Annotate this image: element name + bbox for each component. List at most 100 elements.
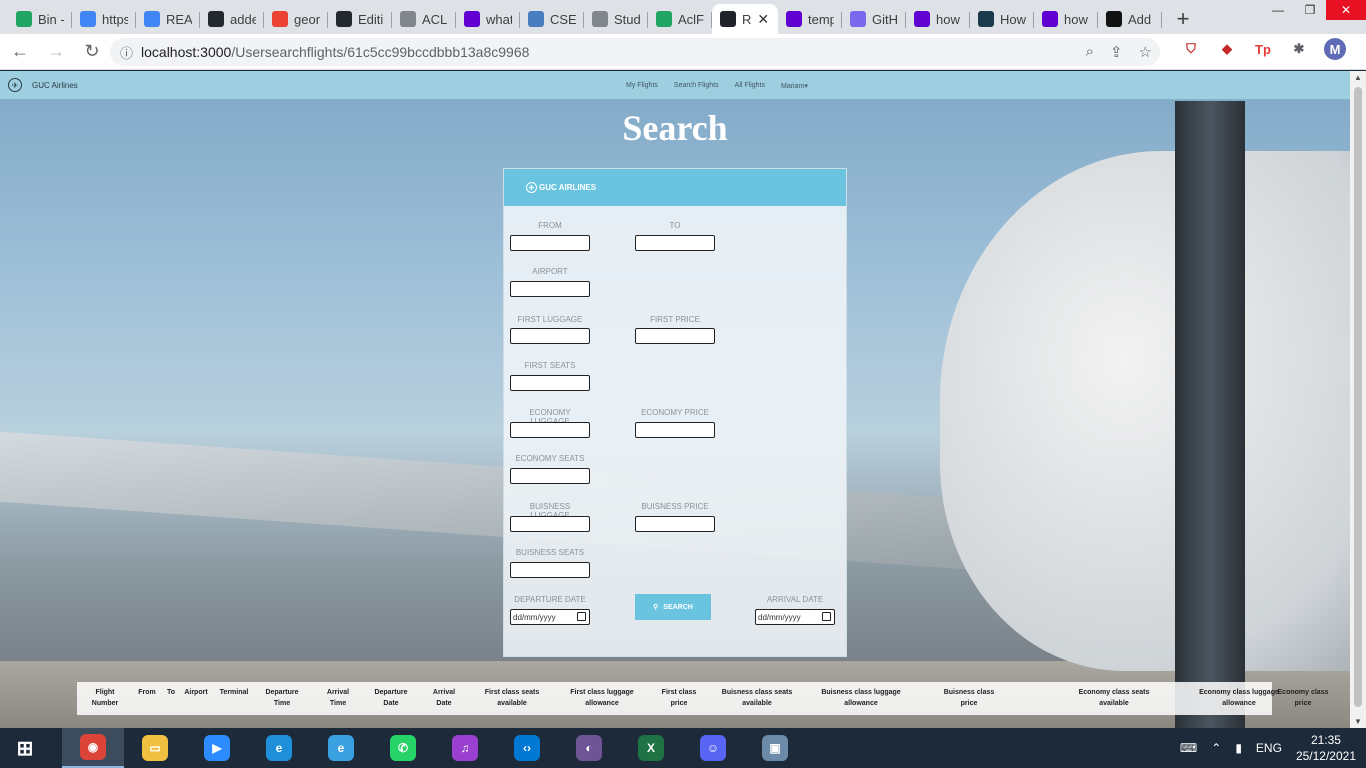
browser-tab[interactable]: How (970, 4, 1034, 34)
browser-tab[interactable]: Editi (328, 4, 392, 34)
scrollbar-thumb[interactable] (1354, 87, 1362, 707)
browser-tab[interactable]: geor (264, 4, 328, 34)
back-button[interactable]: ← (4, 36, 36, 68)
taskbar-app[interactable]: ◐ (558, 728, 620, 768)
page-scrollbar[interactable]: ▲ ▼ (1350, 71, 1366, 728)
taskbar-app[interactable]: ◉ (62, 728, 124, 768)
business-price-input[interactable] (635, 516, 715, 532)
reload-button[interactable]: ↻ (76, 36, 108, 68)
brand[interactable]: ✈ GUC Airlines (8, 78, 78, 92)
browser-tab[interactable]: temp (778, 4, 842, 34)
browser-tab[interactable]: R ✕ (712, 4, 778, 34)
table-header-cell: Buisness class price (937, 687, 1001, 709)
browser-tab[interactable]: Bin - (8, 4, 72, 34)
arrival-date-placeholder: dd/mm/yyyy (758, 612, 801, 622)
profile-avatar[interactable]: M (1324, 38, 1346, 60)
keyboard-icon[interactable]: ⌨ (1180, 741, 1197, 755)
address-bar[interactable]: ⓘ localhost:3000 /Usersearchflights/61c5… (110, 38, 1160, 66)
table-header-cell: First class price (651, 687, 707, 709)
table-header-line1: Economy class (1277, 689, 1329, 696)
calendar-icon[interactable] (822, 612, 831, 621)
taskbar-app[interactable]: e (310, 728, 372, 768)
nav-user-dropdown[interactable]: Mariam▾ (781, 82, 808, 90)
browser-tab[interactable]: how (1034, 4, 1098, 34)
minimize-button[interactable]: — (1262, 0, 1294, 20)
extension-shield-icon[interactable]: ⛉ (1180, 38, 1202, 60)
taskbar-app[interactable]: X (620, 728, 682, 768)
zoom-icon[interactable]: ⌕ (1086, 43, 1094, 61)
start-button[interactable]: ⊞ (0, 728, 50, 768)
table-header-line2: allowance (844, 700, 878, 707)
departure-date-placeholder: dd/mm/yyyy (513, 612, 556, 622)
taskbar-app[interactable]: ▭ (124, 728, 186, 768)
share-icon[interactable]: ⇪ (1110, 43, 1123, 61)
app-navbar: ✈ GUC Airlines My Flights Search Flights… (0, 71, 1350, 100)
taskbar-app[interactable]: ☺ (682, 728, 744, 768)
extension-tp-icon[interactable]: Tp (1252, 38, 1274, 60)
first-luggage-input[interactable] (510, 328, 590, 344)
page-icon (528, 11, 544, 27)
browser-tab[interactable]: Add (1098, 4, 1162, 34)
browser-tab[interactable]: what (456, 4, 520, 34)
business-seats-input[interactable] (510, 562, 590, 578)
restore-button[interactable]: ❐ (1294, 0, 1326, 20)
browser-tab[interactable]: how (906, 4, 970, 34)
to-input[interactable] (635, 235, 715, 251)
internet-explorer-icon: e (328, 735, 354, 761)
browser-tab[interactable]: REAI (136, 4, 200, 34)
forward-button[interactable]: → (40, 36, 72, 68)
browser-tab[interactable]: Stud (584, 4, 648, 34)
economy-price-input[interactable] (635, 422, 715, 438)
first-seats-input[interactable] (510, 375, 590, 391)
nav-search-flights[interactable]: Search Flights (674, 82, 719, 89)
clock[interactable]: 21:35 25/12/2021 (1296, 732, 1356, 764)
taskbar-app[interactable]: ♫ (434, 728, 496, 768)
browser-tab[interactable]: ACL (392, 4, 456, 34)
language-indicator[interactable]: ENG (1256, 741, 1282, 755)
from-input[interactable] (510, 235, 590, 251)
bookmark-star-icon[interactable]: ☆ (1139, 43, 1152, 61)
react-icon (720, 11, 736, 27)
arrival-date-input[interactable]: dd/mm/yyyy (755, 609, 835, 625)
table-header-line1: Arrival (432, 689, 456, 696)
tab-title: geor (294, 11, 320, 27)
browser-tab[interactable]: https (72, 4, 136, 34)
network-icon[interactable]: ▮ (1235, 741, 1242, 755)
departure-date-input[interactable]: dd/mm/yyyy (510, 609, 590, 625)
calendar-icon[interactable] (577, 612, 586, 621)
scroll-up-arrow-icon[interactable]: ▲ (1354, 73, 1362, 82)
browser-tab[interactable]: adde (200, 4, 264, 34)
globe-icon (592, 11, 608, 27)
economy-seats-input[interactable] (510, 468, 590, 484)
tab-title: what (486, 11, 512, 27)
table-header-line2: Date (436, 700, 452, 707)
taskbar-app[interactable]: ▣ (744, 728, 806, 768)
tab-close-icon[interactable]: ✕ (757, 11, 769, 28)
site-info-icon[interactable]: ⓘ (120, 43, 133, 62)
browser-tab[interactable]: GitH (842, 4, 906, 34)
new-tab-button[interactable]: + (1168, 4, 1198, 34)
taskbar-app[interactable]: e (248, 728, 310, 768)
p-icon (1106, 11, 1122, 27)
search-button[interactable]: ⚲ Search (635, 594, 711, 620)
browser-tab[interactable]: AclF (648, 4, 712, 34)
close-window-button[interactable]: ✕ (1326, 0, 1366, 20)
nav-all-flights[interactable]: All Flights (735, 82, 765, 89)
airplane-logo-icon: ✈ (8, 78, 22, 92)
table-header-line1: First class seats (484, 689, 540, 696)
economy-luggage-input[interactable] (510, 422, 590, 438)
nav-my-flights[interactable]: My Flights (626, 82, 658, 89)
business-luggage-input[interactable] (510, 516, 590, 532)
taskbar-app[interactable]: ▶ (186, 728, 248, 768)
taskbar-app[interactable]: ‹› (496, 728, 558, 768)
extension-mcafee-icon[interactable]: ◆ (1216, 38, 1238, 60)
airport-input[interactable] (510, 281, 590, 297)
discord-icon: ☺ (700, 735, 726, 761)
extensions-puzzle-icon[interactable]: ✱ (1288, 38, 1310, 60)
scroll-down-arrow-icon[interactable]: ▼ (1354, 717, 1362, 726)
first-price-input[interactable] (635, 328, 715, 344)
tray-chevron-icon[interactable]: ⌃ (1211, 741, 1221, 755)
first-price-label: First Price (650, 315, 700, 324)
taskbar-app[interactable]: ✆ (372, 728, 434, 768)
browser-tab[interactable]: CSEN (520, 4, 584, 34)
